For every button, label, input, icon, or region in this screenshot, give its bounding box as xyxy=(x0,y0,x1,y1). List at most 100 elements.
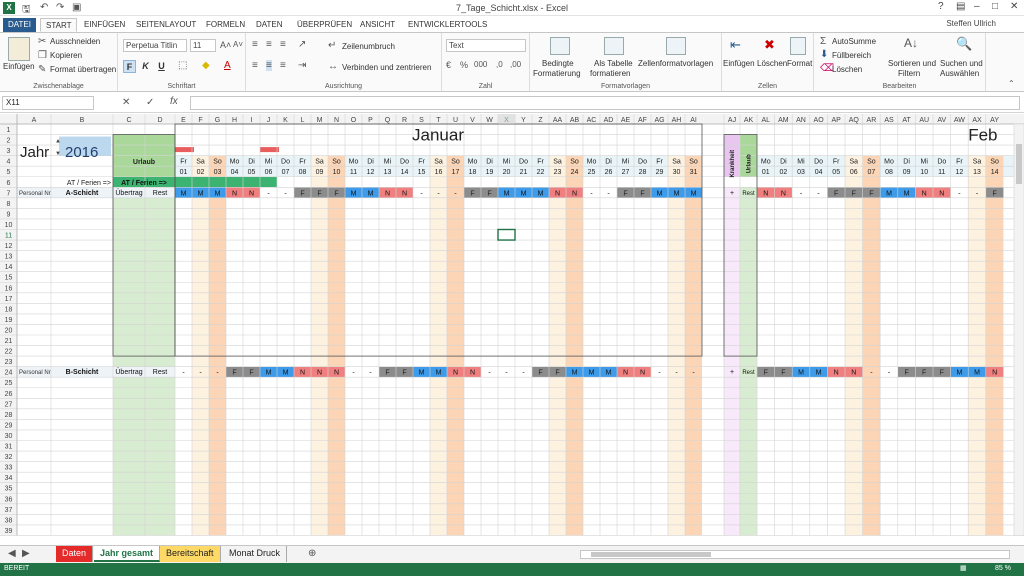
copy-button[interactable]: Kopieren xyxy=(50,51,82,60)
user-name[interactable]: Steffen Ullrich xyxy=(946,19,996,28)
delete-cells-icon[interactable]: ✖ xyxy=(764,37,775,53)
conditional-format-button[interactable]: Bedingte xyxy=(542,59,574,68)
sheet-canvas[interactable]: M M M N N - - F F F M M N N - - - F F M M M N N - - F F M M M N N - - F F F M M… xyxy=(0,114,1024,545)
enter-icon[interactable]: ✓ xyxy=(146,97,154,108)
format-table-button[interactable]: Als Tabelle xyxy=(594,59,633,68)
sheet-tab-daten[interactable]: Daten xyxy=(56,546,94,562)
scrollbar-thumb[interactable] xyxy=(591,552,711,557)
shrink-font-icon[interactable]: A˅ xyxy=(233,40,243,49)
sort-filter-button[interactable]: Sortieren und xyxy=(888,59,936,68)
add-sheet-icon[interactable]: ⊕ xyxy=(308,548,316,559)
sheet-tab-jahr-gesamt[interactable]: Jahr gesamt xyxy=(94,546,161,562)
find-select-button[interactable]: Suchen und xyxy=(940,59,983,68)
format-painter-icon[interactable]: ✎ xyxy=(38,64,46,75)
format-table-icon[interactable] xyxy=(604,37,624,55)
ribbon-options-icon[interactable]: ▤ xyxy=(956,1,965,12)
shift-code: F xyxy=(869,190,873,197)
align-top-icon[interactable]: ≡ xyxy=(252,39,258,50)
merge-icon[interactable]: ↔ xyxy=(328,61,338,72)
prev-sheet-icon[interactable]: ◀ xyxy=(8,548,16,559)
tab-seitenlayout[interactable]: SEITENLAYOUT xyxy=(131,18,201,32)
day-name: Fr xyxy=(656,159,663,166)
insert-function-icon[interactable]: fx xyxy=(170,96,178,107)
format-painter-button[interactable]: Format übertragen xyxy=(50,65,116,74)
thousands-icon[interactable]: 000 xyxy=(474,60,487,69)
fill-color-icon[interactable]: ◆ xyxy=(202,60,210,71)
tab-einfuegen[interactable]: EINFÜGEN xyxy=(79,18,130,32)
copy-icon[interactable]: ❐ xyxy=(38,50,47,61)
sheet-tab-monat-druck[interactable]: Monat Druck xyxy=(223,546,288,562)
format-cells-button[interactable]: Format xyxy=(787,59,812,68)
tab-daten[interactable]: DATEN xyxy=(251,18,288,32)
merge-center-button[interactable]: Verbinden und zentrieren xyxy=(342,63,431,72)
bold-button[interactable]: F xyxy=(123,60,136,73)
day-name: So xyxy=(867,159,876,166)
tab-start[interactable]: START xyxy=(40,18,78,32)
paste-button[interactable]: Einfügen xyxy=(3,62,35,71)
format-cells-icon[interactable] xyxy=(790,37,806,55)
indent-icon[interactable]: ⇥ xyxy=(298,60,306,71)
number-format-select[interactable]: Text xyxy=(446,39,526,52)
autosum-icon[interactable]: Σ xyxy=(820,36,826,47)
font-color-icon[interactable]: A xyxy=(224,60,231,71)
conditional-format-button-2[interactable]: Formatierung xyxy=(533,69,581,78)
italic-button[interactable]: K xyxy=(139,60,152,73)
minimize-icon[interactable]: – xyxy=(974,1,980,12)
window-title: 7_Tage_Schicht.xlsx - Excel xyxy=(455,3,569,13)
format-table-button-2[interactable]: formatieren xyxy=(590,69,630,78)
horizontal-scrollbar[interactable] xyxy=(580,550,1010,559)
find-select-icon[interactable]: 🔍 xyxy=(956,36,972,52)
cut-button[interactable]: Ausschneiden xyxy=(50,37,100,46)
collapse-ribbon-icon[interactable]: ⌃ xyxy=(1008,79,1015,88)
wrap-text-button[interactable]: Zeilenumbruch xyxy=(342,42,395,51)
align-middle-icon[interactable]: ≡ xyxy=(266,39,272,50)
tab-ueberpruefen[interactable]: ÜBERPRÜFEN xyxy=(292,18,357,32)
align-bottom-icon[interactable]: ≡ xyxy=(280,39,286,50)
page-view-icon[interactable]: ▦ xyxy=(960,564,967,572)
find-select-button-2[interactable]: Auswählen xyxy=(940,69,979,78)
underline-button[interactable]: U xyxy=(155,60,168,73)
fill-button[interactable]: Füllbereich xyxy=(832,51,871,60)
insert-cells-icon[interactable]: ⇤ xyxy=(730,37,741,53)
next-sheet-icon[interactable]: ▶ xyxy=(22,548,30,559)
border-icon[interactable]: ⬚ xyxy=(178,60,187,71)
tab-entwicklertools[interactable]: ENTWICKLERTOOLS xyxy=(403,18,492,32)
close-icon[interactable]: ✕ xyxy=(1010,1,1018,12)
align-center-icon[interactable]: ≡ xyxy=(266,60,272,71)
font-name-select[interactable]: Perpetua Titlin xyxy=(123,39,187,52)
cell-styles-button[interactable]: Zellenformatvorlagen xyxy=(638,59,713,68)
currency-icon[interactable]: € xyxy=(446,60,451,70)
align-left-icon[interactable]: ≡ xyxy=(252,60,258,71)
row-header: 35 xyxy=(5,486,13,493)
tab-ansicht[interactable]: ANSICHT xyxy=(355,18,400,32)
orientation-icon[interactable]: ↗ xyxy=(298,39,306,50)
name-box[interactable]: X11 xyxy=(2,96,94,110)
spreadsheet-grid[interactable]: M M M N N - - F F F M M N N - - - F F M M M N N - - F F M M M N N - - F F F M M… xyxy=(0,114,1024,545)
fill-icon[interactable]: ⬇ xyxy=(820,49,828,60)
align-right-icon[interactable]: ≡ xyxy=(280,60,286,71)
zoom-level[interactable]: 85 % xyxy=(995,565,1011,572)
formula-input[interactable] xyxy=(190,96,1020,110)
tab-formeln[interactable]: FORMELN xyxy=(201,18,250,32)
percent-icon[interactable]: % xyxy=(460,60,468,70)
maximize-icon[interactable]: □ xyxy=(992,1,998,12)
clear-button[interactable]: Löschen xyxy=(832,65,862,74)
decrease-decimal-icon[interactable]: ,00 xyxy=(510,60,521,69)
grow-font-icon[interactable]: A˄ xyxy=(220,40,231,50)
conditional-format-icon[interactable] xyxy=(550,37,570,55)
autosum-button[interactable]: AutoSumme xyxy=(832,37,876,46)
sort-filter-icon[interactable]: A↓ xyxy=(904,36,918,50)
help-icon[interactable]: ? xyxy=(938,1,944,12)
font-size-select[interactable]: 11 xyxy=(190,39,216,52)
insert-cells-button[interactable]: Einfügen xyxy=(723,59,755,68)
paste-icon[interactable] xyxy=(8,37,30,61)
cell-styles-icon[interactable] xyxy=(666,37,686,55)
wrap-text-icon[interactable]: ↵ xyxy=(328,40,336,51)
sheet-tab-bereitschaft[interactable]: Bereitschaft xyxy=(160,546,221,562)
increase-decimal-icon[interactable]: ,0 xyxy=(496,60,503,69)
cancel-icon[interactable]: ✕ xyxy=(122,97,130,108)
cut-icon[interactable]: ✂ xyxy=(38,36,46,47)
tab-datei[interactable]: DATEI xyxy=(3,18,36,32)
sort-filter-button-2[interactable]: Filtern xyxy=(898,69,920,78)
delete-cells-button[interactable]: Löschen xyxy=(757,59,787,68)
